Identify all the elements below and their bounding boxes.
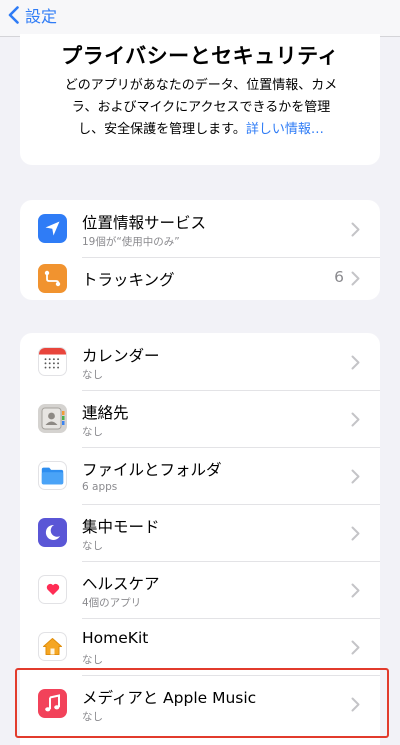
music-note-icon [38,689,67,718]
row-subtitle: なし [82,540,103,552]
chevron-right-icon [351,640,360,655]
chevron-right-icon [351,697,360,712]
row-contacts[interactable]: 連絡先 なし [20,390,380,447]
location-arrow-icon [38,214,67,243]
chevron-right-icon [351,526,360,541]
location-tracking-group: 位置情報サービス 19個が“使用中のみ” トラッキング 6 [20,200,380,300]
calendar-icon [38,347,67,376]
chevron-right-icon [351,583,360,598]
row-tracking[interactable]: トラッキング 6 [20,257,380,300]
row-title: 連絡先 [82,404,129,422]
folder-icon [38,461,67,490]
chevron-right-icon [351,222,360,237]
row-title: 位置情報サービス [82,214,207,232]
row-title: トラッキング [82,271,175,289]
row-focus[interactable]: 集中モード なし [20,504,380,561]
page-title: プライバシーとセキュリティ [61,44,339,68]
row-title: メディアと Apple Music [82,689,257,707]
chevron-right-icon [351,412,360,427]
row-media-apple-music[interactable]: メディアと Apple Music なし [20,675,380,732]
row-homekit[interactable]: HomeKit なし [20,618,380,675]
learn-more-link[interactable]: 詳しい情報… [246,122,324,137]
navigation-bar: 設定 [0,0,400,37]
row-health[interactable]: ヘルスケア 4個のアプリ [20,561,380,618]
chevron-right-icon [351,469,360,484]
contacts-icon [38,404,67,433]
chevron-right-icon [351,355,360,370]
chevron-right-icon [351,271,360,286]
row-subtitle: 19個が“使用中のみ” [82,236,180,248]
row-title: HomeKit [82,629,149,647]
desc-line-2: ラ、およびマイクにアクセスできるかを管理 [71,100,331,115]
heart-icon [38,575,67,604]
row-subtitle: なし [82,426,103,438]
row-location-services[interactable]: 位置情報サービス 19個が“使用中のみ” [20,200,380,257]
row-title: カレンダー [82,347,160,365]
app-permissions-group: カレンダー なし 連絡先 なし ファイルとフォルダ 6 apps 集中モード な… [20,333,380,745]
chevron-left-icon [8,6,19,24]
row-subtitle: 6 apps [82,481,118,493]
row-title: ヘルスケア [82,575,160,593]
row-title: ファイルとフォルダ [82,461,222,479]
home-icon [38,632,67,661]
tracking-icon [38,264,67,293]
row-subtitle: なし [82,711,103,723]
row-title: 集中モード [82,518,160,536]
header-description: どのアプリがあなたのデータ、位置情報、カメ ラ、およびマイクにアクセスできるかを… [42,75,360,141]
back-label: 設定 [25,7,58,26]
row-calendar[interactable]: カレンダー なし [20,333,380,390]
row-subtitle: 4個のアプリ [82,597,142,609]
row-subtitle: なし [82,654,103,666]
row-files-and-folders[interactable]: ファイルとフォルダ 6 apps [20,447,380,504]
desc-line-3: し、安全保護を管理します。 [78,122,246,137]
desc-line-1: どのアプリがあなたのデータ、位置情報、カメ [64,78,338,93]
back-button[interactable]: 設定 [8,4,57,26]
row-subtitle: なし [82,369,103,381]
tracking-count: 6 [334,268,344,286]
moon-icon [38,518,67,547]
privacy-header-card: プライバシーとセキュリティ どのアプリがあなたのデータ、位置情報、カメ ラ、およ… [20,34,380,165]
